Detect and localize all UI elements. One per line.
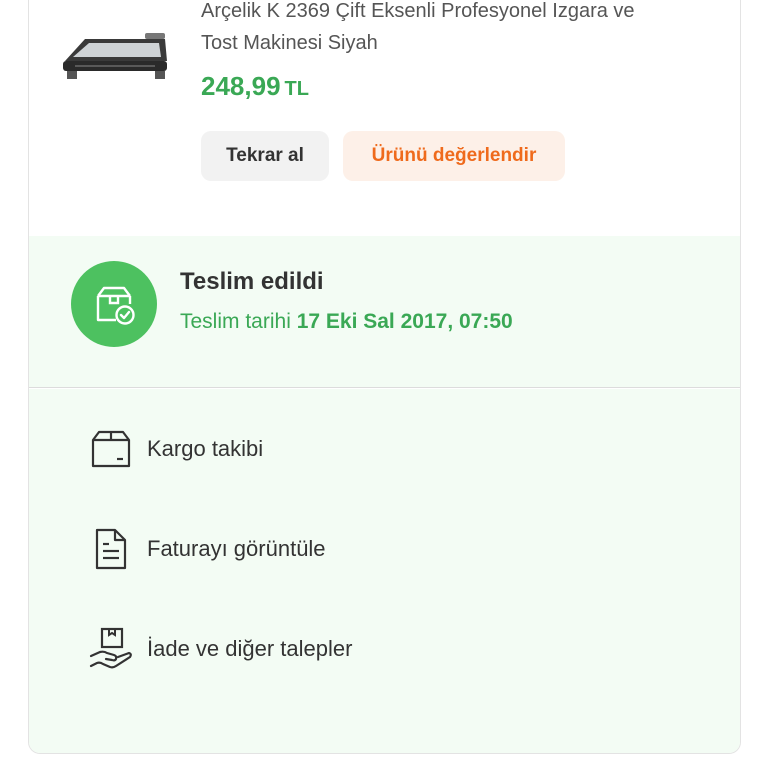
invoice-icon bbox=[87, 526, 135, 572]
price-currency: TL bbox=[284, 78, 309, 100]
product-title-line1: Arçelik K 2369 Çift Eksenli Profesyonel … bbox=[201, 0, 635, 22]
view-invoice-link[interactable]: Faturayı görüntüle bbox=[87, 524, 687, 574]
delivery-date-prefix: Teslim tarihi bbox=[180, 310, 291, 333]
returns-requests-link[interactable]: İade ve diğer talepler bbox=[87, 624, 687, 674]
delivery-status-section: Teslim edildi Teslim tarihi 17 Eki Sal 2… bbox=[29, 236, 740, 388]
cargo-tracking-label: Kargo takibi bbox=[147, 436, 264, 461]
delivery-date-value: 17 Eki Sal 2017, 07:50 bbox=[296, 310, 513, 333]
view-invoice-label: Faturayı görüntüle bbox=[147, 536, 326, 561]
delivery-date: Teslim tarihi 17 Eki Sal 2017, 07:50 bbox=[180, 310, 513, 334]
delivered-status-icon bbox=[71, 261, 157, 347]
product-thumbnail[interactable] bbox=[55, 21, 175, 91]
rebuy-button[interactable]: Tekrar al bbox=[201, 131, 329, 181]
returns-requests-label: İade ve diğer talepler bbox=[147, 636, 353, 661]
order-card: Arçelik K 2369 Çift Eksenli Profesyonel … bbox=[28, 0, 741, 754]
cargo-tracking-link[interactable]: Kargo takibi bbox=[87, 424, 687, 474]
delivery-status-title: Teslim edildi bbox=[180, 268, 324, 295]
package-check-icon bbox=[96, 286, 135, 325]
product-section: Arçelik K 2369 Çift Eksenli Profesyonel … bbox=[29, 0, 740, 236]
box-icon bbox=[87, 426, 135, 472]
product-title[interactable]: Arçelik K 2369 Çift Eksenli Profesyonel … bbox=[201, 0, 701, 59]
price-value: 248,99 bbox=[201, 71, 281, 101]
product-title-line2: Tost Makinesi Siyah bbox=[201, 32, 378, 54]
order-actions: Kargo takibi Faturayı görüntüle İade ve … bbox=[29, 389, 740, 753]
product-price: 248,99 TL bbox=[201, 71, 309, 102]
rate-product-button[interactable]: Ürünü değerlendir bbox=[343, 131, 565, 181]
return-hand-box-icon bbox=[87, 626, 135, 672]
